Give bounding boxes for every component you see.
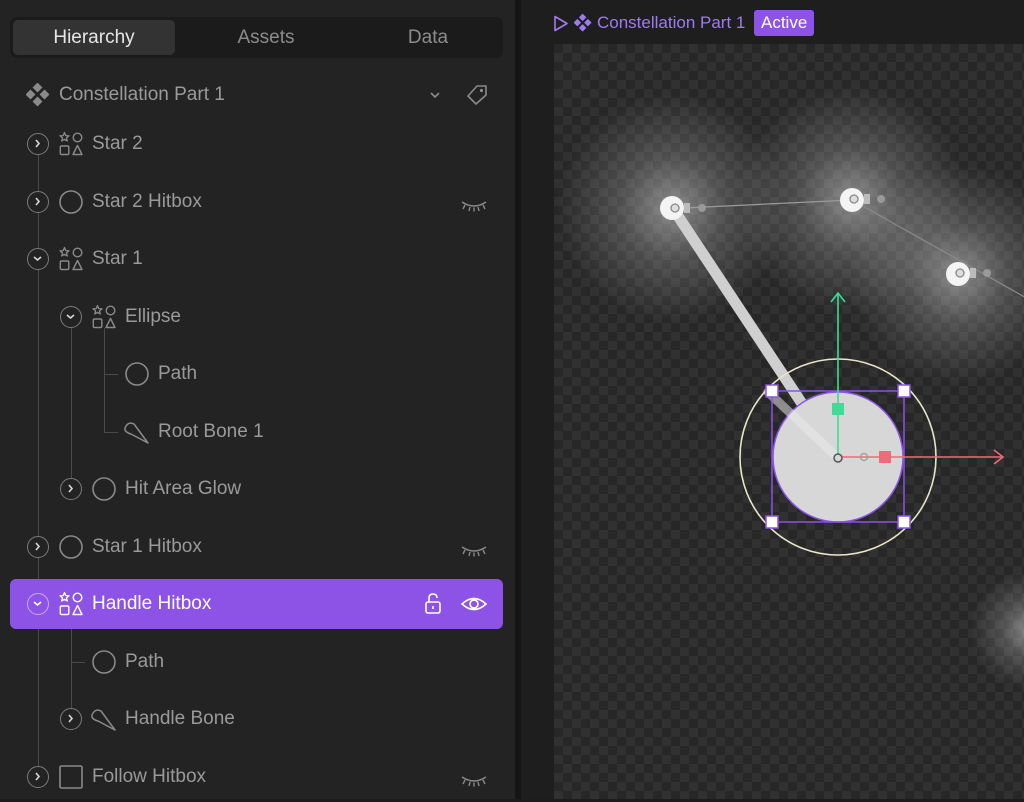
- play-icon[interactable]: [553, 15, 569, 32]
- breadcrumb-artboard-name[interactable]: Constellation Part 1: [597, 10, 745, 36]
- resize-handle[interactable]: [897, 384, 911, 398]
- origin-pivot[interactable]: [833, 453, 843, 463]
- component-icon: [574, 14, 592, 32]
- state-badge[interactable]: Active: [754, 10, 815, 36]
- scene-overlay[interactable]: [0, 0, 1024, 799]
- resize-handle[interactable]: [765, 515, 779, 529]
- resize-handle[interactable]: [897, 515, 911, 529]
- star-glow: [970, 570, 1024, 690]
- resize-handle[interactable]: [765, 384, 779, 398]
